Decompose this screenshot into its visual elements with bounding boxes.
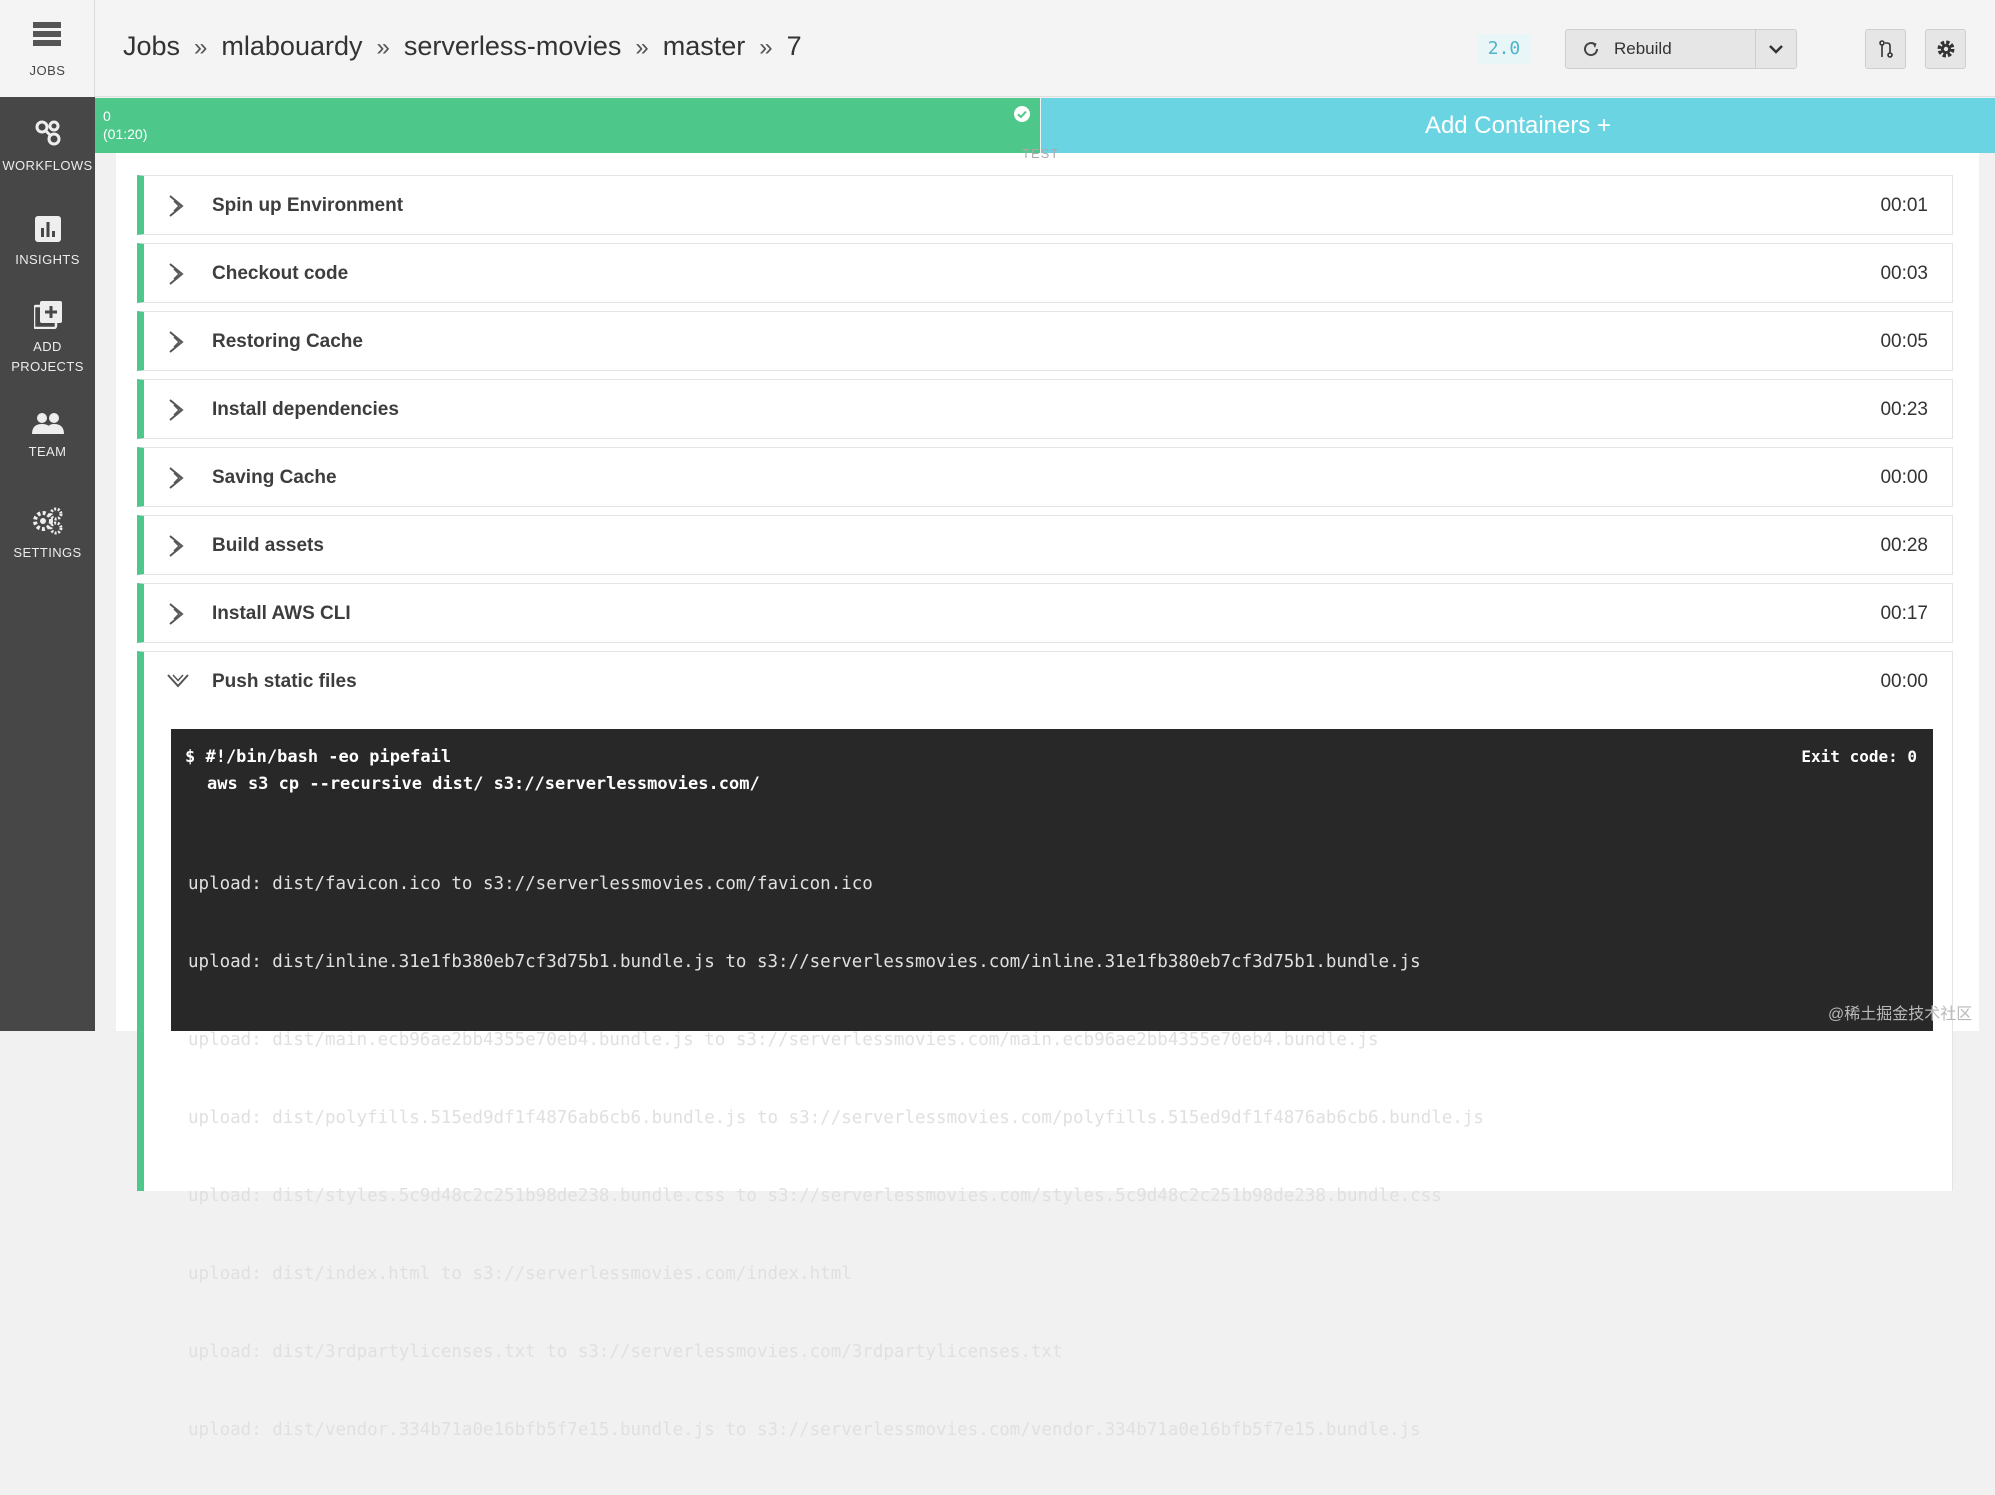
add-projects-icon bbox=[0, 301, 95, 329]
step-row[interactable]: Install AWS CLI 00:17 bbox=[137, 583, 1953, 643]
breadcrumb-branch[interactable]: master bbox=[663, 31, 746, 61]
exit-code: Exit code: 0 bbox=[1801, 747, 1917, 766]
add-containers-button[interactable]: Add Containers + bbox=[1041, 98, 1995, 153]
rebuild-label: Rebuild bbox=[1614, 39, 1672, 58]
container-test-label: TEST bbox=[1022, 146, 1060, 161]
chevron-right-icon bbox=[168, 262, 186, 291]
breadcrumb-separator: » bbox=[759, 34, 773, 61]
step-duration: 00:01 bbox=[1880, 195, 1928, 216]
step-row[interactable]: Install dependencies 00:23 bbox=[137, 379, 1953, 439]
output-line: upload: dist/polyfills.515ed9df1f4876ab6… bbox=[188, 1108, 1484, 1128]
container-info: 0 (01:20) bbox=[103, 107, 147, 143]
sidebar-item-insights[interactable]: INSIGHTS bbox=[0, 216, 95, 270]
sidebar-item-label: ADD bbox=[33, 339, 62, 354]
step-duration: 00:17 bbox=[1880, 603, 1928, 624]
chevron-right-icon bbox=[168, 398, 186, 427]
container-duration: (01:20) bbox=[103, 126, 148, 142]
gear-icon bbox=[1937, 40, 1954, 58]
sidebar: JOBS WORKFLOWS INSIGHTS ADD PROJECTS TEA… bbox=[0, 0, 95, 1031]
command-line: $ #!/bin/bash -eo pipefail bbox=[185, 747, 452, 767]
sidebar-item-label: TEAM bbox=[28, 444, 67, 459]
terminal-output: upload: dist/favicon.ico to s3://serverl… bbox=[188, 819, 1484, 1495]
breadcrumb-separator: » bbox=[194, 34, 208, 61]
rebuild-dropdown-button[interactable] bbox=[1755, 30, 1796, 68]
step-row[interactable]: Build assets 00:28 bbox=[137, 515, 1953, 575]
success-check-icon bbox=[1014, 106, 1030, 127]
sidebar-item-add-projects[interactable]: ADD PROJECTS bbox=[0, 301, 95, 377]
git-compare-button[interactable] bbox=[1865, 29, 1906, 69]
chevron-right-icon bbox=[168, 330, 186, 359]
sidebar-item-settings[interactable]: SETTINGS bbox=[0, 507, 95, 563]
sidebar-item-label: SETTINGS bbox=[13, 545, 82, 560]
version-badge: 2.0 bbox=[1477, 34, 1531, 64]
rebuild-button[interactable]: Rebuild bbox=[1566, 30, 1755, 68]
sidebar-item-workflows[interactable]: WORKFLOWS bbox=[0, 118, 95, 176]
chevron-right-icon bbox=[168, 466, 186, 495]
chevron-right-icon bbox=[168, 534, 186, 563]
container-index: 0 bbox=[103, 108, 111, 124]
jobs-icon bbox=[33, 22, 61, 51]
step-output-terminal: $ #!/bin/bash -eo pipefail aws s3 cp --r… bbox=[171, 729, 1933, 1440]
sidebar-item-jobs[interactable]: JOBS bbox=[0, 0, 95, 97]
sidebar-item-label: WORKFLOWS bbox=[2, 158, 93, 173]
output-line: upload: dist/favicon.ico to s3://serverl… bbox=[188, 874, 873, 894]
step-duration: 00:23 bbox=[1880, 399, 1928, 420]
breadcrumb-jobs[interactable]: Jobs bbox=[123, 31, 180, 61]
sidebar-item-team[interactable]: TEAM bbox=[0, 412, 95, 462]
step-name: Build assets bbox=[212, 535, 324, 556]
breadcrumb-separator: » bbox=[376, 34, 390, 61]
sidebar-item-label: INSIGHTS bbox=[15, 252, 80, 267]
step-name: Spin up Environment bbox=[212, 195, 404, 216]
command-line: aws s3 cp --recursive dist/ s3://serverl… bbox=[207, 774, 760, 794]
workflows-icon bbox=[0, 118, 95, 148]
step-duration: 00:05 bbox=[1880, 331, 1928, 352]
step-duration: 00:03 bbox=[1880, 263, 1928, 284]
chevron-right-icon bbox=[168, 194, 186, 223]
step-duration: 00:00 bbox=[1880, 467, 1928, 488]
chevron-right-icon bbox=[168, 602, 186, 631]
step-row[interactable]: Spin up Environment 00:01 bbox=[137, 175, 1953, 235]
breadcrumb-build-number: 7 bbox=[786, 31, 802, 61]
step-duration: 00:28 bbox=[1880, 535, 1928, 556]
settings-icon bbox=[0, 507, 95, 535]
output-line: upload: dist/styles.5c9d48c2c251b98de238… bbox=[188, 1186, 1442, 1206]
watermark: @稀土掘金技术社区 bbox=[1828, 1006, 1973, 1023]
step-row[interactable]: Checkout code 00:03 bbox=[137, 243, 1953, 303]
step-row[interactable]: Saving Cache 00:00 bbox=[137, 447, 1953, 507]
breadcrumb-separator: » bbox=[635, 34, 649, 61]
sidebar-item-label-2: PROJECTS bbox=[11, 359, 84, 374]
team-icon bbox=[0, 412, 95, 434]
breadcrumb-project[interactable]: serverless-movies bbox=[404, 31, 622, 61]
step-duration: 00:00 bbox=[1880, 671, 1928, 692]
sidebar-item-label: JOBS bbox=[29, 63, 66, 78]
step-name: Install AWS CLI bbox=[212, 603, 351, 624]
settings-button[interactable] bbox=[1925, 29, 1966, 69]
header: Jobs » mlabouardy » serverless-movies » master… bbox=[95, 0, 1995, 97]
git-compare-icon bbox=[1878, 40, 1893, 58]
output-line: upload: dist/inline.31e1fb380eb7cf3d75b1… bbox=[188, 952, 1421, 972]
output-line: upload: dist/index.html to s3://serverle… bbox=[188, 1264, 852, 1284]
output-line: upload: dist/3rdpartylicenses.txt to s3:… bbox=[188, 1342, 1063, 1362]
rebuild-button-group: Rebuild bbox=[1565, 29, 1797, 69]
insights-icon bbox=[0, 216, 95, 242]
step-name: Checkout code bbox=[212, 263, 349, 284]
refresh-icon bbox=[1584, 42, 1599, 57]
step-name: Restoring Cache bbox=[212, 331, 363, 352]
breadcrumb-org[interactable]: mlabouardy bbox=[221, 31, 362, 61]
step-name: Push static files bbox=[212, 671, 357, 692]
breadcrumb: Jobs » mlabouardy » serverless-movies » master… bbox=[123, 31, 802, 62]
chevron-down-icon bbox=[1769, 45, 1783, 54]
step-name: Saving Cache bbox=[212, 467, 337, 488]
container-0-tab[interactable]: 0 (01:20) bbox=[95, 98, 1040, 153]
output-line: upload: dist/vendor.334b71a0e16bfb5f7e15… bbox=[188, 1420, 1421, 1440]
step-row[interactable]: Restoring Cache 00:05 bbox=[137, 311, 1953, 371]
chevron-down-icon bbox=[166, 672, 190, 695]
step-name: Install dependencies bbox=[212, 399, 399, 420]
